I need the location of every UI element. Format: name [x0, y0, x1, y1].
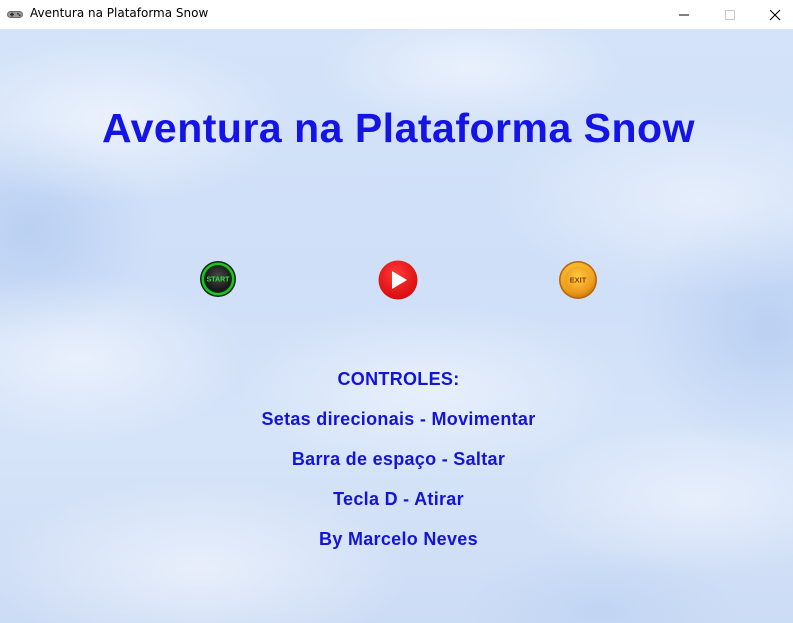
close-button[interactable]	[752, 0, 793, 29]
app-window: Aventura na Plataforma Snow Aventura na …	[0, 0, 793, 623]
maximize-icon	[725, 9, 735, 20]
play-button[interactable]	[378, 260, 418, 300]
exit-icon: EXIT	[559, 261, 597, 299]
controls-jump: Barra de espaço - Saltar	[291, 449, 506, 469]
minimize-icon	[679, 14, 689, 15]
exit-label: EXIT	[570, 276, 587, 285]
start-label: START	[207, 277, 231, 284]
maximize-button[interactable]	[707, 0, 753, 29]
start-icon: START	[200, 261, 236, 297]
close-icon	[769, 9, 781, 20]
minimize-button[interactable]	[661, 0, 707, 29]
controls-move: Setas direcionais - Movimentar	[261, 409, 536, 429]
exit-button[interactable]: EXIT	[558, 260, 597, 299]
title-bar[interactable]: Aventura na Plataforma Snow	[0, 0, 793, 29]
controls-shoot: Tecla D - Atirar	[333, 489, 464, 509]
game-title: Aventura na Plataforma Snow	[102, 105, 695, 151]
window-title: Aventura na Plataforma Snow	[30, 6, 209, 20]
gamepad-icon	[7, 11, 23, 18]
start-button[interactable]: START	[199, 260, 237, 298]
credit-text: By Marcelo Neves	[319, 529, 478, 549]
controls-heading: CONTROLES:	[337, 369, 460, 389]
game-screen: Aventura na Plataforma Snow START EXIT C…	[0, 29, 793, 623]
controls-panel: CONTROLES: Setas direcionais - Movimenta…	[0, 367, 793, 567]
play-icon	[378, 260, 418, 300]
